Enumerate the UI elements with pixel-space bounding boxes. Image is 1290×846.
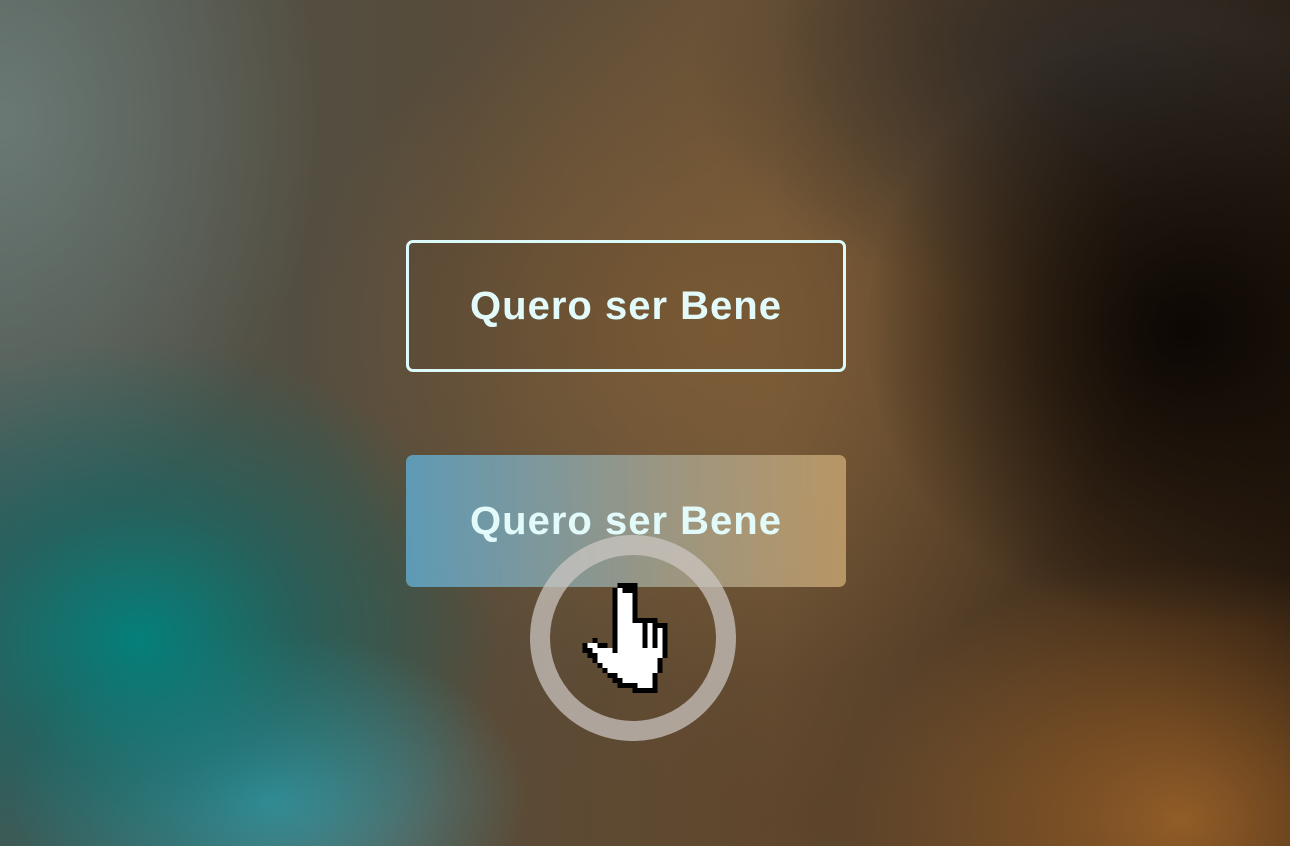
quero-ser-bene-outline-button[interactable]: Quero ser Bene <box>406 240 846 372</box>
hand-pointer-icon <box>582 583 668 693</box>
page-background: { "buttons": { "outline_label": "Quero s… <box>0 0 1290 846</box>
outline-button-label: Quero ser Bene <box>470 283 782 328</box>
